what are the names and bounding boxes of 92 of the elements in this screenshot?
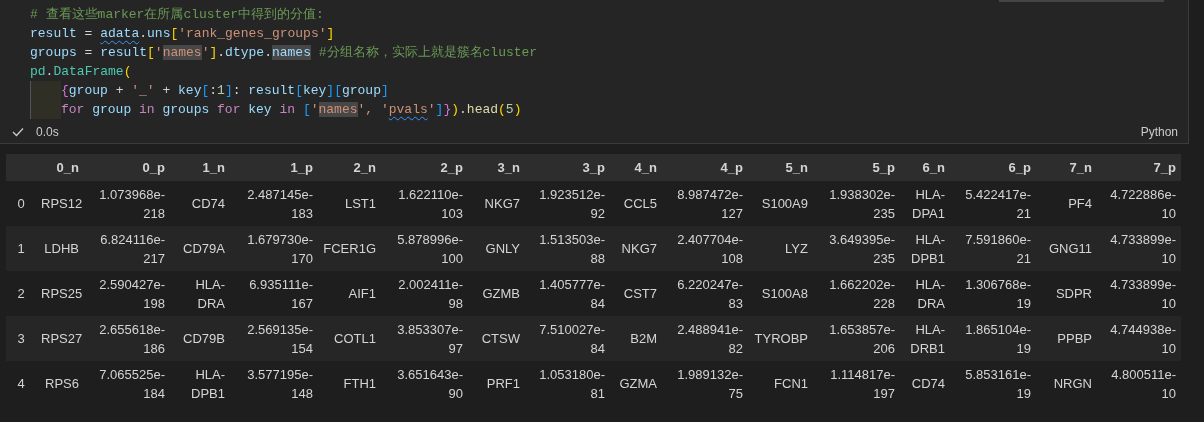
table-cell: 2.488941e-82 bbox=[662, 316, 748, 361]
table-cell: AIF1 bbox=[318, 271, 381, 316]
execution-time: 0.0s bbox=[36, 124, 59, 141]
row-index: 0 bbox=[6, 181, 36, 226]
table-cell: 1.405777e-84 bbox=[525, 271, 610, 316]
table-cell: 1.679730e-170 bbox=[230, 226, 318, 271]
table-cell: S100A8 bbox=[748, 271, 813, 316]
table-cell: HLA-DRB1 bbox=[900, 316, 950, 361]
table-cell: 2.569135e-154 bbox=[230, 316, 318, 361]
table-cell: GZMB bbox=[468, 271, 525, 316]
column-header: 1_p bbox=[230, 154, 318, 181]
column-header: 5_p bbox=[813, 154, 900, 181]
table-cell: PF4 bbox=[1036, 181, 1097, 226]
table-cell: GNLY bbox=[468, 226, 525, 271]
table-cell: 3.853307e-97 bbox=[381, 316, 468, 361]
table-cell: 1.938302e-235 bbox=[813, 181, 900, 226]
table-cell: NKG7 bbox=[468, 181, 525, 226]
table-cell: TYROBP bbox=[748, 316, 813, 361]
code-line: result = adata.uns['rank_genes_groups'] bbox=[30, 25, 335, 43]
table-cell: 4.733899e-10 bbox=[1097, 226, 1181, 271]
column-header: 7_p bbox=[1097, 154, 1181, 181]
code-line: # 查看这些marker在所属cluster中得到的分值: bbox=[30, 6, 324, 24]
table-cell: 1.923512e-92 bbox=[525, 181, 610, 226]
column-header: 0_n bbox=[36, 154, 84, 181]
column-header: 0_p bbox=[84, 154, 170, 181]
column-header: 5_n bbox=[748, 154, 813, 181]
column-header: 2_p bbox=[381, 154, 468, 181]
table-cell: 4.744938e-10 bbox=[1097, 316, 1181, 361]
table-cell: 7.591860e-21 bbox=[950, 226, 1036, 271]
language-label[interactable]: Python bbox=[1140, 123, 1178, 141]
table-cell: SDPR bbox=[1036, 271, 1097, 316]
column-header: 4_n bbox=[610, 154, 662, 181]
column-header: 2_n bbox=[318, 154, 381, 181]
code-line: pd.DataFrame( bbox=[30, 63, 132, 81]
table-cell: RPS27 bbox=[36, 316, 84, 361]
table-cell: 1.306768e-19 bbox=[950, 271, 1036, 316]
code-line: {group + '_' + key[:1]: result[key][group] bbox=[61, 82, 389, 100]
table-cell: 1.653857e-206 bbox=[813, 316, 900, 361]
table-cell: LDHB bbox=[36, 226, 84, 271]
column-header: 4_p bbox=[662, 154, 748, 181]
column-header: 7_n bbox=[1036, 154, 1097, 181]
table-cell: 6.935111e-167 bbox=[230, 271, 318, 316]
table-cell: CTSW bbox=[468, 316, 525, 361]
table-cell: 7.510027e-84 bbox=[525, 316, 610, 361]
table-cell: LYZ bbox=[748, 226, 813, 271]
table-cell: 1.865104e-19 bbox=[950, 316, 1036, 361]
table-cell: 1.662202e-228 bbox=[813, 271, 900, 316]
row-index: 1 bbox=[6, 226, 36, 271]
table-cell: 5.878996e-100 bbox=[381, 226, 468, 271]
table-cell: HLA-DPA1 bbox=[900, 181, 950, 226]
column-header: 1_n bbox=[170, 154, 230, 181]
code-line: for group in groups for key in ['names', 'pvals']}).head(5) bbox=[61, 101, 522, 119]
table-cell: HLA-DPB1 bbox=[900, 226, 950, 271]
table-cell: CD79B bbox=[170, 316, 230, 361]
column-header: 6_p bbox=[950, 154, 1036, 181]
column-header: 3_p bbox=[525, 154, 610, 181]
column-header: 3_n bbox=[468, 154, 525, 181]
table-cell: 6.824116e-217 bbox=[84, 226, 170, 271]
table-cell: B2M bbox=[610, 316, 662, 361]
table-cell: CD74 bbox=[170, 181, 230, 226]
table-cell: COTL1 bbox=[318, 316, 381, 361]
table-cell: CST7 bbox=[610, 271, 662, 316]
table-cell: HLA-DRA bbox=[170, 271, 230, 316]
table-cell: PPBP bbox=[1036, 316, 1097, 361]
table-cell: 8.987472e-127 bbox=[662, 181, 748, 226]
table-cell: RPS12 bbox=[36, 181, 84, 226]
table-cell: 2.407704e-108 bbox=[662, 226, 748, 271]
table-cell: 4.722886e-10 bbox=[1097, 181, 1181, 226]
table-cell: 3.649395e-235 bbox=[813, 226, 900, 271]
table-cell: LST1 bbox=[318, 181, 381, 226]
table-cell: GNG11 bbox=[1036, 226, 1097, 271]
table-cell: HLA-DRA bbox=[900, 271, 950, 316]
table-cell: 4.733899e-10 bbox=[1097, 271, 1181, 316]
table-cell: NKG7 bbox=[610, 226, 662, 271]
column-header: 6_n bbox=[900, 154, 950, 181]
row-index: 2 bbox=[6, 271, 36, 316]
table-cell: FCER1G bbox=[318, 226, 381, 271]
row-index: 3 bbox=[6, 316, 36, 361]
table-cell: 2.487145e-183 bbox=[230, 181, 318, 226]
table-cell: RPS25 bbox=[36, 271, 84, 316]
table-cell: 1.073968e-218 bbox=[84, 181, 170, 226]
table-cell: CCL5 bbox=[610, 181, 662, 226]
table-cell: CD79A bbox=[170, 226, 230, 271]
table-cell: S100A9 bbox=[748, 181, 813, 226]
table-cell: 6.220247e-83 bbox=[662, 271, 748, 316]
table-cell: 1.513503e-88 bbox=[525, 226, 610, 271]
table-cell: 5.422417e-21 bbox=[950, 181, 1036, 226]
table-cell: 2.002411e-98 bbox=[381, 271, 468, 316]
table-cell: 2.655618e-186 bbox=[84, 316, 170, 361]
table-cell: 1.622110e-103 bbox=[381, 181, 468, 226]
table-cell: 2.590427e-198 bbox=[84, 271, 170, 316]
code-line: groups = result['names'].dtype.names #分组名称，实际上就是簇名cluster bbox=[30, 44, 538, 62]
